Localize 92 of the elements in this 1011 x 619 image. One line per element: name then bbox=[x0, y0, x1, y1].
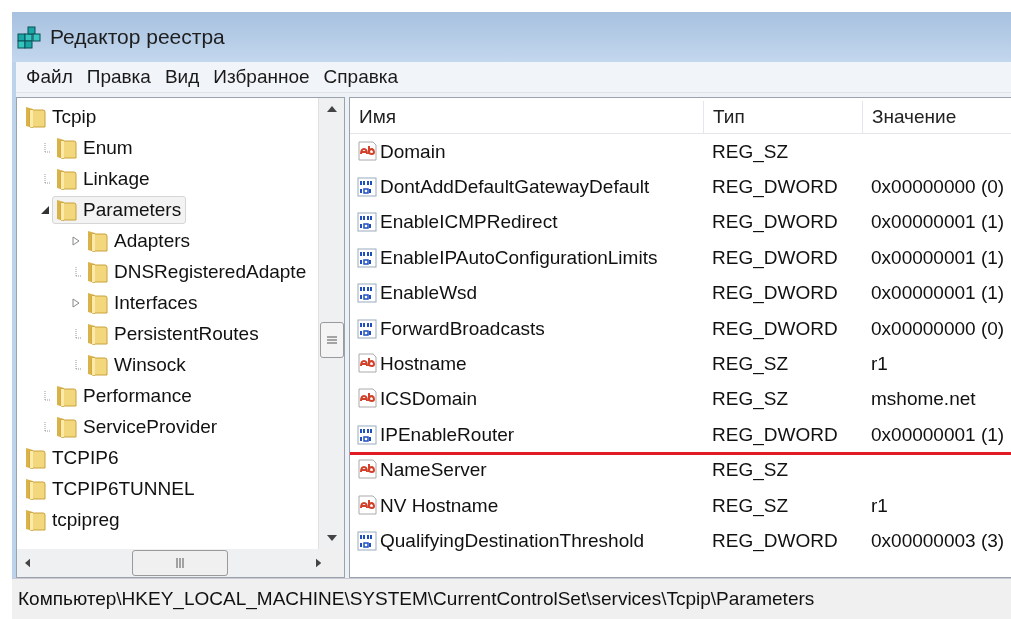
tree-item[interactable]: Adapters bbox=[83, 226, 196, 255]
binary-value-icon bbox=[356, 530, 378, 552]
value-name[interactable]: NV Hostname bbox=[380, 494, 499, 517]
scroll-thumb[interactable] bbox=[132, 550, 229, 576]
string-value-icon bbox=[356, 140, 378, 163]
value-data: r1 bbox=[871, 494, 888, 517]
tree-item[interactable]: tcpipreg bbox=[21, 505, 125, 534]
value-name[interactable]: EnableIPAutoConfigurationLimits bbox=[380, 246, 658, 269]
tree-item[interactable]: TCPIP6 bbox=[21, 443, 124, 472]
binary-value-icon bbox=[356, 423, 378, 446]
value-name[interactable]: IPEnableRouter bbox=[380, 423, 515, 446]
folder-icon bbox=[24, 507, 46, 532]
window-title: Редактор реестра bbox=[50, 25, 225, 49]
tree-item[interactable]: Winsock bbox=[83, 350, 191, 379]
tree-item[interactable]: TCPIP6TUNNEL bbox=[21, 474, 200, 503]
binary-value-icon bbox=[356, 246, 378, 269]
folder-icon bbox=[24, 476, 46, 501]
string-value-icon bbox=[356, 353, 378, 376]
value-name[interactable]: Domain bbox=[380, 140, 446, 163]
scroll-down-icon[interactable] bbox=[326, 535, 337, 541]
menu-item[interactable]: Правка bbox=[80, 66, 157, 88]
registry-path: Компьютер\HKEY_LOCAL_MACHINE\SYSTEM\CurrentControlSet\services\Tcpip\Parameters bbox=[18, 588, 815, 610]
column-header[interactable]: Тип bbox=[703, 101, 862, 133]
tree-item[interactable]: Performance bbox=[52, 381, 197, 410]
value-type: REG_DWORD bbox=[712, 423, 838, 446]
folder-icon bbox=[24, 104, 46, 129]
value-data: 0x00000001 (1) bbox=[871, 246, 1005, 269]
tree-item[interactable]: Interfaces bbox=[83, 288, 203, 317]
scroll-left-icon[interactable] bbox=[25, 558, 31, 568]
value-type: REG_DWORD bbox=[712, 176, 838, 199]
menu-item[interactable]: Вид bbox=[158, 66, 206, 88]
tree-item[interactable]: Parameters bbox=[52, 195, 187, 224]
value-data: r1 bbox=[871, 353, 888, 376]
value-name[interactable]: ICSDomain bbox=[380, 388, 478, 411]
value-data: 0x00000003 (3) bbox=[871, 530, 1005, 552]
scroll-right-icon[interactable] bbox=[316, 558, 322, 568]
value-type: REG_DWORD bbox=[712, 282, 838, 305]
cubes-icon bbox=[16, 24, 42, 50]
value-data: 0x00000000 (0) bbox=[871, 317, 1005, 340]
value-type: REG_SZ bbox=[712, 353, 789, 376]
vertical-scrollbar[interactable] bbox=[318, 98, 344, 549]
string-value-icon bbox=[356, 459, 378, 482]
folder-icon bbox=[55, 414, 77, 439]
menu-item[interactable]: Справка bbox=[317, 66, 405, 88]
value-type: REG_DWORD bbox=[712, 246, 838, 269]
folder-icon bbox=[24, 445, 46, 470]
value-data: mshome.net bbox=[871, 388, 976, 411]
value-name[interactable]: DontAddDefaultGatewayDefault bbox=[380, 176, 650, 199]
binary-value-icon bbox=[356, 282, 378, 305]
folder-icon bbox=[55, 166, 77, 191]
folder-icon bbox=[86, 352, 108, 377]
folder-icon bbox=[55, 135, 77, 160]
string-value-icon bbox=[356, 388, 378, 411]
tree-item[interactable]: DNSRegisteredAdapte bbox=[83, 257, 312, 286]
value-data: 0x00000000 (0) bbox=[871, 176, 1005, 199]
string-value-icon bbox=[356, 494, 378, 517]
column-header[interactable]: Имя bbox=[350, 101, 703, 133]
binary-value-icon bbox=[356, 211, 378, 234]
tree-item[interactable]: ServiceProvider bbox=[52, 412, 223, 441]
value-type: REG_SZ bbox=[712, 388, 789, 411]
tree-item[interactable]: Enum bbox=[52, 133, 138, 162]
value-name[interactable]: EnableICMPRedirect bbox=[380, 211, 558, 234]
folder-icon bbox=[86, 321, 108, 346]
value-name[interactable]: QualifyingDestinationThreshold bbox=[380, 530, 645, 552]
folder-icon bbox=[86, 290, 108, 315]
tree-item[interactable]: Linkage bbox=[52, 164, 155, 193]
value-name[interactable]: EnableWsd bbox=[380, 282, 478, 305]
binary-value-icon bbox=[356, 317, 378, 340]
value-type: REG_SZ bbox=[712, 140, 789, 163]
folder-icon bbox=[55, 197, 77, 222]
tree-item[interactable]: PersistentRoutes bbox=[83, 319, 264, 348]
column-header[interactable]: Значение bbox=[862, 101, 1011, 133]
tree-item[interactable]: Tcpip bbox=[21, 102, 102, 131]
value-name[interactable]: ForwardBroadcasts bbox=[380, 317, 545, 340]
value-type: REG_DWORD bbox=[712, 211, 838, 234]
value-name[interactable]: NameServer bbox=[380, 459, 487, 482]
menu-item[interactable]: Файл bbox=[20, 66, 79, 88]
folder-icon bbox=[55, 383, 77, 408]
scroll-up-icon[interactable] bbox=[326, 106, 337, 112]
folder-icon bbox=[86, 228, 108, 253]
value-type: REG_SZ bbox=[712, 494, 789, 517]
value-data: 0x00000001 (1) bbox=[871, 282, 1005, 305]
value-type: REG_DWORD bbox=[712, 317, 838, 340]
value-data: 0x00000001 (1) bbox=[871, 211, 1005, 234]
value-data: 0x00000001 (1) bbox=[871, 423, 1005, 446]
value-type: REG_DWORD bbox=[712, 530, 838, 552]
binary-value-icon bbox=[356, 176, 378, 199]
folder-icon bbox=[86, 259, 108, 284]
menu-item[interactable]: Избранное bbox=[207, 66, 316, 88]
value-name[interactable]: Hostname bbox=[380, 353, 467, 376]
value-type: REG_SZ bbox=[712, 459, 789, 482]
scroll-thumb[interactable] bbox=[319, 322, 344, 358]
